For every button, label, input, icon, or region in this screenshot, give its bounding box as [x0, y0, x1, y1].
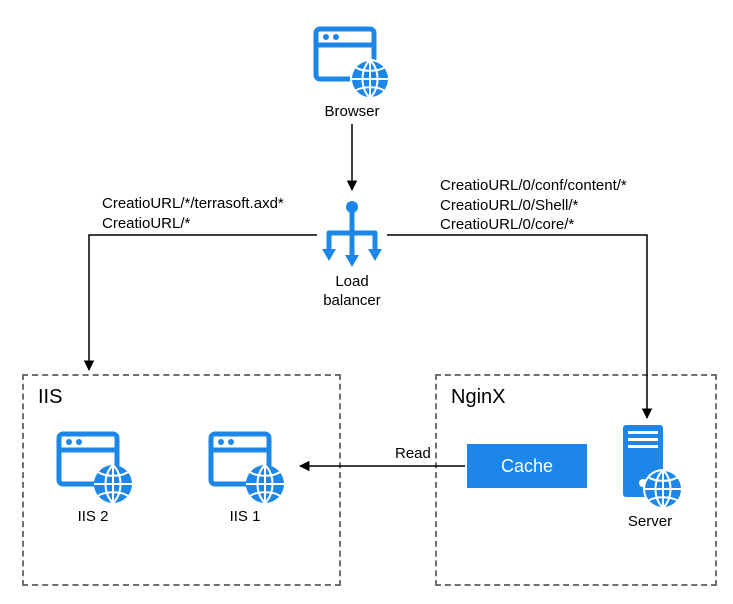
route-right-3: CreatioURL/0/core/* [440, 215, 627, 235]
browser-node: Browser [310, 23, 394, 122]
iis1-icon [205, 428, 289, 508]
nginx-group-label: NginX [451, 386, 505, 409]
route-right: CreatioURL/0/conf/content/* CreatioURL/0… [440, 176, 627, 235]
iis1-label: IIS 1 [205, 508, 285, 527]
iis2-label: IIS 2 [53, 508, 133, 527]
iis1-node: IIS 1 [205, 428, 285, 527]
read-label: Read [395, 444, 431, 464]
iis-group-label: IIS [38, 386, 62, 409]
route-right-1: CreatioURL/0/conf/content/* [440, 176, 627, 196]
route-left: CreatioURL/*/terrasoft.axd* CreatioURL/* [102, 194, 284, 233]
route-right-2: CreatioURL/0/Shell/* [440, 196, 627, 216]
route-left-1: CreatioURL/*/terrasoft.axd* [102, 194, 284, 214]
server-label: Server [615, 513, 685, 532]
route-left-2: CreatioURL/* [102, 214, 284, 234]
load-balancer-node: Load balancer [317, 195, 387, 311]
iis2-icon [53, 428, 137, 508]
load-balancer-label-1: Load [317, 273, 387, 292]
cache-label: Cache [501, 456, 553, 477]
server-node: Server [615, 423, 685, 532]
cache-node: Cache [467, 444, 587, 488]
browser-label: Browser [310, 103, 394, 122]
load-balancer-label-2: balancer [317, 292, 387, 311]
server-icon [615, 423, 685, 513]
load-balancer-icon [317, 195, 387, 273]
iis2-node: IIS 2 [53, 428, 133, 527]
browser-icon [310, 23, 394, 103]
